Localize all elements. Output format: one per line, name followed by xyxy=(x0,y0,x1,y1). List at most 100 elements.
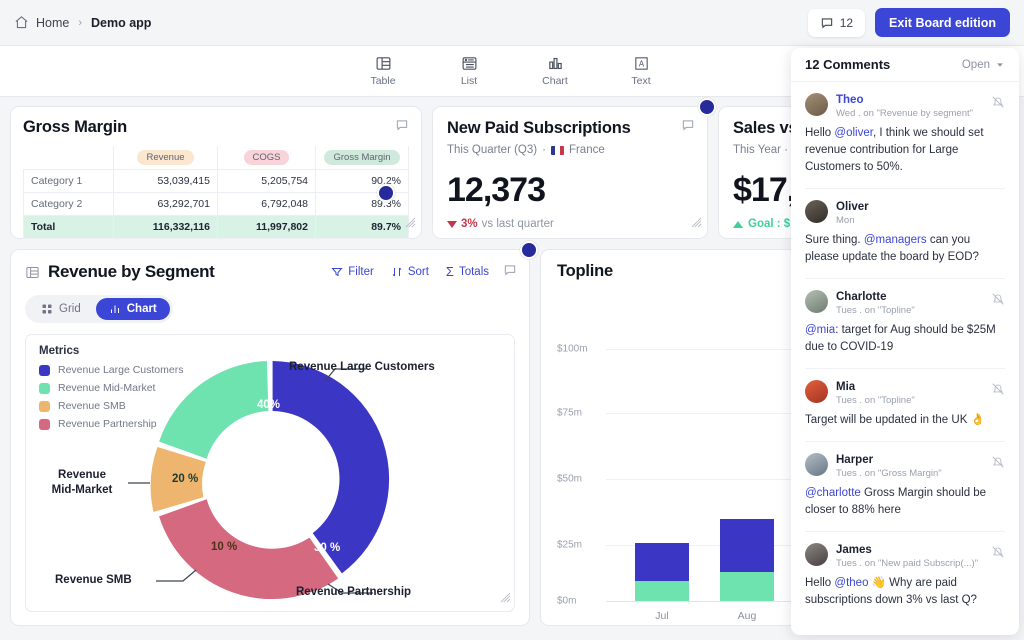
comment-mention[interactable]: @theo xyxy=(834,577,868,589)
bar-chart-icon xyxy=(109,303,121,315)
comment-meta: Tues . on "Topline" xyxy=(836,304,915,317)
resize-handle[interactable] xyxy=(691,215,702,233)
comment-item[interactable]: Oliver Mon Sure thing. @managers can you… xyxy=(805,189,1005,279)
mute-notifications-icon[interactable] xyxy=(991,455,1005,474)
breadcrumb: Home › Demo app xyxy=(14,15,151,30)
card-gross-margin[interactable]: Gross Margin Revenue COGS Gross Margin xyxy=(10,106,422,239)
donut-callout-mid-market-l2: Mid-Market xyxy=(52,484,113,496)
avatar xyxy=(805,453,828,476)
total-cogs: 11,997,802 xyxy=(218,216,316,239)
column-header-cogs: COGS xyxy=(244,150,290,165)
grid-icon xyxy=(41,303,53,315)
view-mode-switch: Grid Chart xyxy=(25,295,173,323)
comment-body: @mia: target for Aug should be $25M due … xyxy=(805,322,1005,356)
comment-author[interactable]: James xyxy=(836,543,978,557)
new-subscriptions-delta: 3% vs last quarter xyxy=(447,218,693,230)
top-bar: Home › Demo app 12 Exit Board edition xyxy=(0,0,1024,45)
x-tick-label: Jul xyxy=(655,610,668,622)
comment-author[interactable]: Charlotte xyxy=(836,290,915,304)
totals-button[interactable]: Σ Totals xyxy=(446,266,489,278)
comment-item[interactable]: James Tues . on "New paid Subscrip(...)"… xyxy=(805,532,1005,621)
mute-notifications-icon[interactable] xyxy=(991,95,1005,114)
cell-gross-margin: 90.2% xyxy=(316,170,409,193)
row-label: Category 1 xyxy=(24,170,114,193)
comment-mention[interactable]: @mia xyxy=(805,324,835,336)
comment-meta: Tues . on "New paid Subscrip(...)" xyxy=(836,557,978,570)
svg-text:A: A xyxy=(638,60,644,69)
donut-callout-partnership: Revenue Partnership xyxy=(296,586,411,598)
gross-margin-table[interactable]: Revenue COGS Gross Margin Category 1 53,… xyxy=(23,146,409,239)
y-tick-label: $0m xyxy=(557,596,576,607)
comment-header: Harper Tues . on "Gross Margin" xyxy=(805,453,1005,480)
comments-count-label: 12 xyxy=(840,16,853,30)
comments-toggle-button[interactable]: 12 xyxy=(808,9,865,37)
exit-board-edition-button[interactable]: Exit Board edition xyxy=(875,8,1010,37)
comment-item[interactable]: Theo Wed . on "Revenue by segment" Hello… xyxy=(805,82,1005,189)
bar-jul[interactable] xyxy=(635,543,689,601)
resize-handle[interactable] xyxy=(405,215,416,233)
comment-bubble-icon[interactable] xyxy=(681,118,695,137)
breadcrumb-home[interactable]: Home xyxy=(36,16,69,30)
selection-handle[interactable] xyxy=(520,241,538,259)
selection-handle[interactable] xyxy=(698,98,716,116)
insert-text-label: Text xyxy=(631,75,650,87)
comment-mention[interactable]: @charlotte xyxy=(805,487,861,499)
comment-author[interactable]: Oliver xyxy=(836,200,869,214)
bar-segment-base xyxy=(635,581,689,601)
comments-panel[interactable]: 12 Comments Open Theo Wed . on "Revenue … xyxy=(791,48,1019,635)
flag-icon xyxy=(551,146,564,155)
sort-icon xyxy=(391,266,403,278)
region-label: France xyxy=(569,144,605,156)
view-mode-grid[interactable]: Grid xyxy=(28,298,94,320)
comment-item[interactable]: Charlotte Tues . on "Topline" @mia: targ… xyxy=(805,279,1005,369)
breadcrumb-current: Demo app xyxy=(91,16,151,30)
donut-callout-smb: Revenue SMB xyxy=(55,574,132,586)
cell-gross-margin: 89.3% xyxy=(316,193,409,216)
table-total-row[interactable]: Total 116,332,116 11,997,802 89.7% xyxy=(24,216,409,239)
filter-button[interactable]: Filter xyxy=(331,266,374,278)
selection-handle[interactable] xyxy=(377,184,395,202)
comment-item[interactable]: Harper Tues . on "Gross Margin" @charlot… xyxy=(805,442,1005,532)
resize-handle[interactable] xyxy=(500,590,511,608)
mute-notifications-icon[interactable] xyxy=(991,292,1005,311)
comment-bubble-icon[interactable] xyxy=(395,118,409,137)
card-revenue-by-segment[interactable]: Revenue by Segment Filter Sort Σ Total xyxy=(10,249,530,626)
table-row[interactable]: Category 1 53,039,415 5,205,754 90.2% xyxy=(24,170,409,193)
chevron-down-icon xyxy=(995,60,1005,70)
comment-meta: Tues . on "Topline" xyxy=(836,394,915,407)
sigma-icon: Σ xyxy=(446,266,454,278)
card-new-paid-subscriptions[interactable]: New Paid Subscriptions This Quarter (Q3)… xyxy=(432,106,708,239)
donut-value-partnership: 30 % xyxy=(314,542,340,554)
comment-mention[interactable]: @managers xyxy=(864,234,927,246)
insert-text-button[interactable]: A Text xyxy=(615,55,667,87)
comment-item[interactable]: Mia Tues . on "Topline" Target will be u… xyxy=(805,369,1005,442)
donut-slice-partnership xyxy=(159,499,338,599)
insert-table-button[interactable]: Table xyxy=(357,55,409,87)
comment-header: James Tues . on "New paid Subscrip(...)" xyxy=(805,543,1005,570)
home-icon[interactable] xyxy=(14,15,29,30)
comment-body: Target will be updated in the UK 👌 xyxy=(805,412,1005,429)
view-mode-chart[interactable]: Chart xyxy=(96,298,170,320)
comment-bubble-icon xyxy=(820,16,834,30)
comment-body: Sure thing. @managers can you please upd… xyxy=(805,232,1005,266)
sort-button[interactable]: Sort xyxy=(391,266,429,278)
avatar xyxy=(805,93,828,116)
mute-notifications-icon[interactable] xyxy=(991,545,1005,564)
comments-filter-dropdown[interactable]: Open xyxy=(962,59,1005,71)
mute-notifications-icon[interactable] xyxy=(991,382,1005,401)
comment-author[interactable]: Mia xyxy=(836,380,915,394)
donut-chart-container[interactable]: Metrics Revenue Large Customers Revenue … xyxy=(25,334,515,612)
cell-cogs: 6,792,048 xyxy=(218,193,316,216)
avatar xyxy=(805,380,828,403)
avatar xyxy=(805,200,828,223)
comment-bubble-icon[interactable] xyxy=(503,263,517,282)
total-gross-margin: 89.7% xyxy=(316,216,409,239)
insert-list-button[interactable]: List xyxy=(443,55,495,87)
insert-chart-button[interactable]: Chart xyxy=(529,55,581,87)
comment-author[interactable]: Harper xyxy=(836,453,942,467)
comment-body: Hello @oliver, I think we should set rev… xyxy=(805,125,1005,176)
bar-aug[interactable] xyxy=(720,519,774,601)
comment-mention[interactable]: @oliver xyxy=(834,127,873,139)
table-row[interactable]: Category 2 63,292,701 6,792,048 89.3% xyxy=(24,193,409,216)
comment-author[interactable]: Theo xyxy=(836,93,973,107)
